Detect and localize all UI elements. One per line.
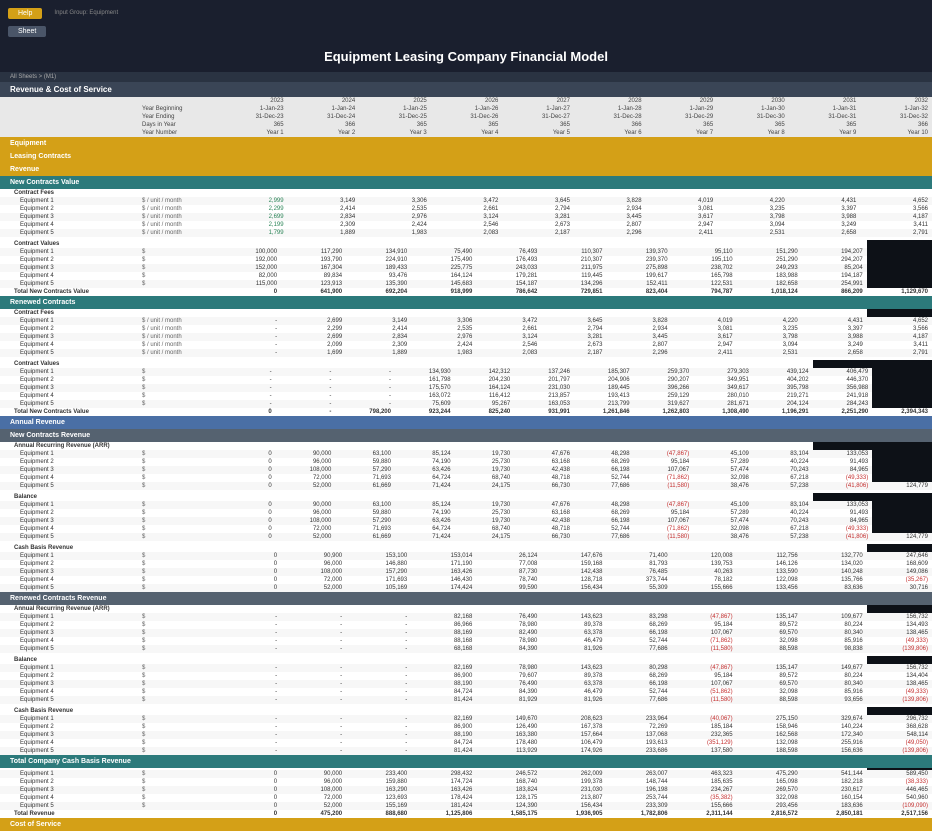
balance-new: BalanceEquipment 1$090,00063,10085,12419… [0,493,932,541]
band-annual-revenue: Annual Revenue [0,416,932,429]
band-new-contracts: New Contracts Value [0,176,932,189]
top-bar: Help Input Group: Equipment [0,0,932,26]
breadcrumb: All Sheets > (M1) [0,72,932,82]
renewed-contract-values: Contract ValuesEquipment 1$---134,930142… [0,360,932,416]
new-contract-fees: Contract FeesEquipment 1$ / unit / month… [0,189,932,237]
tab-help[interactable]: Help [8,8,42,19]
renewed-contract-fees: Contract FeesEquipment 1$ / unit / month… [0,309,932,357]
band-equipment: Equipment [0,137,932,150]
breadcrumb-subtitle: Input Group: Equipment [54,10,118,16]
section-revenue-cost: Revenue & Cost of Service [0,82,932,97]
arr-ren: Annual Recurring Revenue (ARR)Equipment … [0,605,932,653]
page-title: Equipment Leasing Company Financial Mode… [0,41,932,72]
cash-new: Cash Basis RevenueEquipment 1$090,900153… [0,544,932,592]
balance-ren: BalanceEquipment 1$---82,16978,980143,62… [0,656,932,704]
header-table: 2023202420252026202720282029203020312032 [0,97,932,105]
band-revenue: Revenue [0,163,932,176]
arr-new: Annual Recurring Revenue (ARR)Equipment … [0,442,932,490]
band-leasing: Leasing Contracts [0,150,932,163]
band-ren-rev: Renewed Contracts Revenue [0,592,932,605]
band-cost: Cost of Service [0,818,932,831]
cash-ren: Cash Basis RevenueEquipment 1$---82,1691… [0,707,932,755]
new-contract-values: Contract ValuesEquipment 1$100,000117,29… [0,240,932,296]
total-cash-table: Equipment 1$090,000233,400298,432246,572… [0,768,932,818]
tab-sheet[interactable]: Sheet [8,26,46,37]
band-new-rev: New Contracts Revenue [0,429,932,442]
band-renewed: Renewed Contracts [0,296,932,309]
band-total-cash: Total Company Cash Basis Revenue [0,755,932,768]
header-rows: Year Beginning1-Jan-231-Jan-241-Jan-251-… [0,105,932,137]
